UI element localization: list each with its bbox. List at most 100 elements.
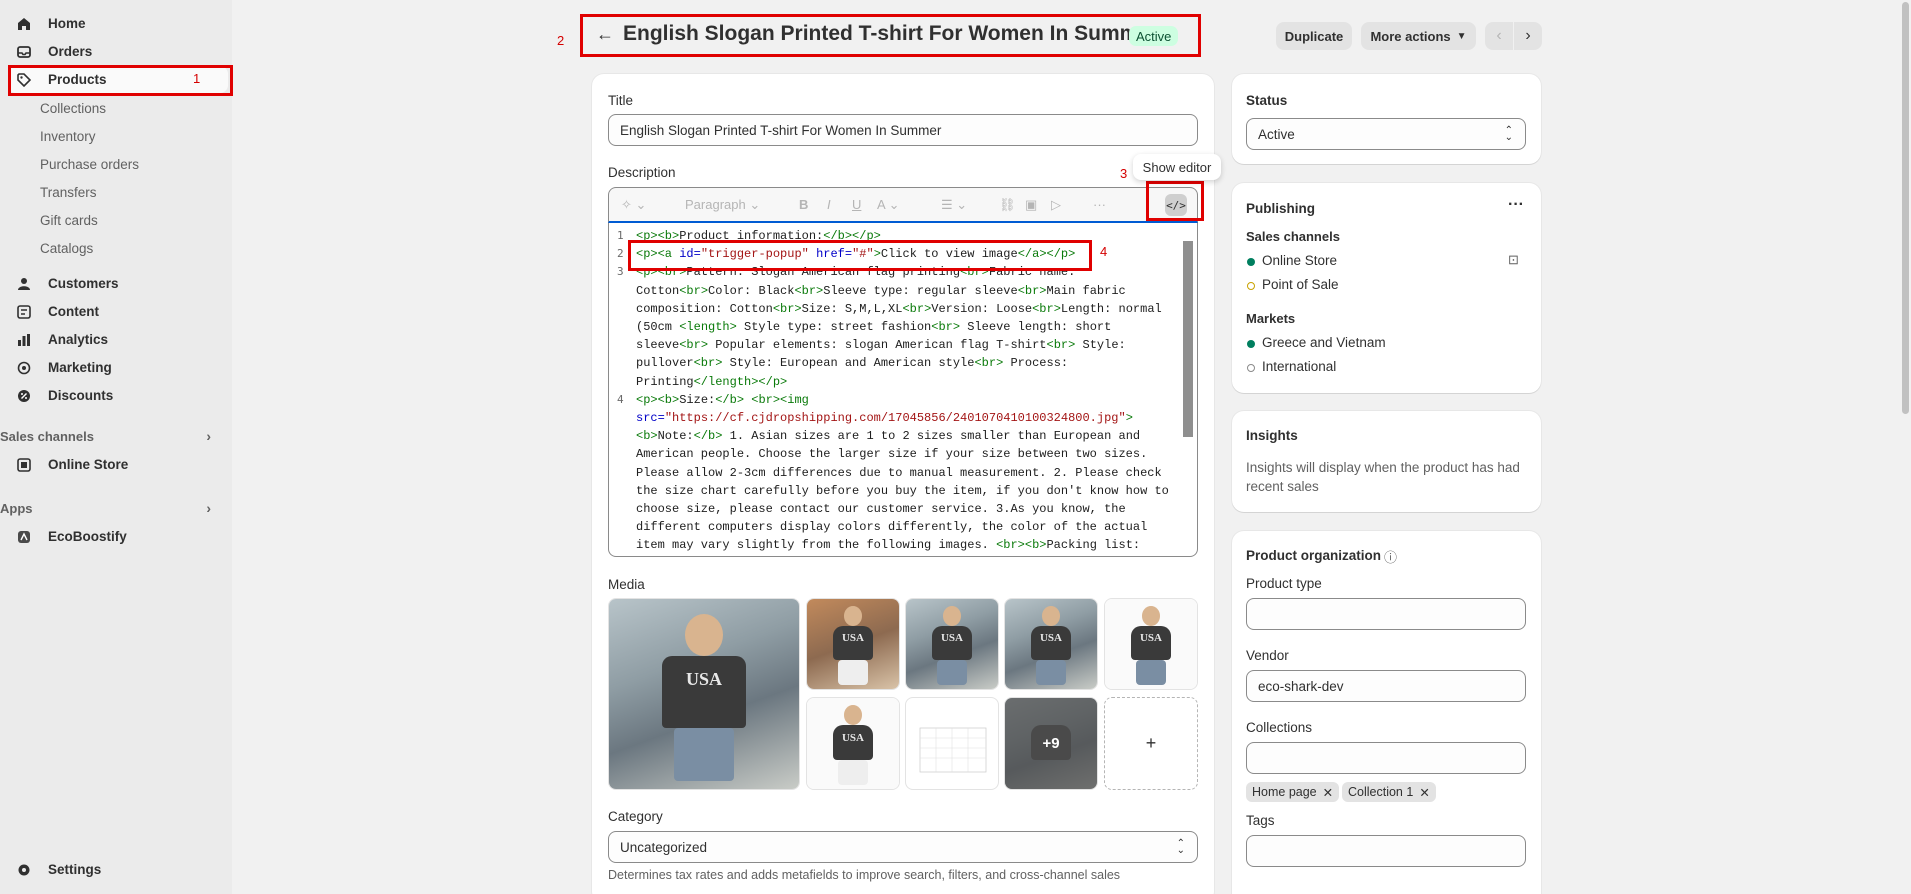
media-thumbnail[interactable]: USA — [806, 697, 900, 790]
select-arrows-icon: ⌃ ⌄ — [1176, 838, 1185, 856]
inbox-icon — [16, 44, 32, 60]
collection-chip-collection-1: Collection 1 ✕ — [1342, 782, 1436, 802]
sidebar-item-customers[interactable]: Customers — [8, 270, 228, 297]
sidebar-item-label: Online Store — [48, 457, 129, 472]
media-thumbnail[interactable]: USA — [1004, 598, 1098, 690]
page-scrollbar[interactable] — [1899, 0, 1911, 894]
chip-label: Home page — [1252, 785, 1317, 799]
vendor-input[interactable]: eco-shark-dev — [1246, 670, 1526, 702]
duplicate-button[interactable]: Duplicate — [1276, 22, 1352, 50]
sidebar-item-home[interactable]: Home — [8, 10, 228, 37]
description-html-code[interactable]: <p><b>Product information:</b></p> <p><a… — [636, 227, 1171, 555]
underline-icon[interactable]: U — [852, 197, 861, 212]
info-icon[interactable]: ⓘ — [1384, 547, 1397, 566]
editor-toolbar: ✧ ⌄ Paragraph ⌄ B I U A ⌄ ☰ ⌄ ⛓ ▣ ▷ ··· … — [608, 187, 1198, 223]
line-number: 3 — [617, 265, 624, 278]
sidebar-subitem-purchase-orders[interactable]: Purchase orders — [40, 153, 139, 175]
tags-input[interactable] — [1246, 835, 1526, 867]
line-number: 1 — [617, 229, 624, 242]
text-color-icon[interactable]: A ⌄ — [877, 197, 899, 213]
vendor-label: Vendor — [1246, 648, 1289, 663]
ai-sparkle-icon[interactable]: ✧ ⌄ — [621, 197, 646, 213]
sidebar-subitem-transfers[interactable]: Transfers — [40, 181, 97, 203]
published-dot — [1247, 258, 1255, 266]
image-icon[interactable]: ▣ — [1025, 197, 1037, 213]
person-icon — [16, 276, 32, 292]
insights-text: Insights will display when the product h… — [1246, 460, 1520, 494]
content-icon — [16, 304, 32, 320]
product-type-label: Product type — [1246, 576, 1322, 591]
sales-channels-section[interactable]: Sales channels › — [0, 425, 225, 447]
more-actions-label: More actions — [1370, 28, 1451, 44]
media-thumbnail[interactable]: USA — [905, 598, 999, 690]
sidebar-item-label: Customers — [48, 276, 119, 291]
show-editor-tooltip: Show editor — [1133, 154, 1221, 180]
category-select[interactable]: Uncategorized ⌃ ⌄ — [608, 831, 1198, 863]
video-icon[interactable]: ▷ — [1051, 197, 1061, 213]
page-title: English Slogan Printed T-shirt For Women… — [623, 22, 1159, 45]
remove-chip-icon[interactable]: ✕ — [1323, 785, 1333, 800]
more-actions-button[interactable]: More actions ▼ — [1361, 22, 1476, 50]
media-thumbnail[interactable]: USA — [1104, 598, 1198, 690]
paragraph-select[interactable]: Paragraph ⌄ — [685, 197, 760, 213]
more-formatting-icon[interactable]: ··· — [1093, 197, 1106, 212]
product-organization-label: Product organization — [1246, 548, 1381, 563]
media-size-chart-thumbnail[interactable] — [905, 697, 999, 790]
chip-label: Collection 1 — [1348, 785, 1414, 799]
media-more-thumbnail[interactable]: +9 — [1004, 697, 1098, 790]
market-international: International — [1262, 359, 1337, 374]
sidebar-subitem-collections[interactable]: Collections — [40, 97, 106, 119]
sidebar-item-settings[interactable]: Settings — [8, 856, 228, 883]
apps-section[interactable]: Apps › — [0, 497, 225, 519]
insights-label: Insights — [1246, 428, 1298, 443]
collection-chip-home-page: Home page ✕ — [1246, 782, 1340, 802]
sidebar-item-marketing[interactable]: Marketing — [8, 354, 228, 381]
line-number: 4 — [617, 393, 624, 406]
sidebar: Home Orders Products Collections Invento… — [0, 0, 232, 894]
status-select[interactable]: Active ⌃ ⌄ — [1246, 118, 1526, 150]
media-thumbnail[interactable]: USA — [806, 598, 900, 690]
collections-input[interactable] — [1246, 742, 1526, 774]
sidebar-item-ecoboostify[interactable]: EcoBoostify — [8, 523, 228, 550]
paragraph-label: Paragraph — [685, 197, 746, 212]
media-main-image[interactable]: USA — [608, 598, 800, 790]
store-icon — [16, 457, 32, 473]
align-icon[interactable]: ☰ ⌄ — [941, 197, 967, 213]
italic-icon[interactable]: I — [827, 197, 831, 212]
previous-product-button[interactable]: ‹ — [1485, 22, 1513, 50]
remove-chip-icon[interactable]: ✕ — [1419, 785, 1429, 800]
sidebar-subitem-inventory[interactable]: Inventory — [40, 125, 96, 147]
media-more-count: +9 — [1005, 698, 1097, 789]
market-active-dot — [1247, 340, 1255, 348]
editor-scrollbar[interactable] — [1183, 241, 1193, 437]
product-type-input[interactable] — [1246, 598, 1526, 630]
next-product-button[interactable]: › — [1514, 22, 1542, 50]
sidebar-item-label: Marketing — [48, 360, 112, 375]
html-code-editor[interactable]: 1 2 3 4 <p><b>Product information:</b></… — [608, 223, 1198, 557]
annotation-number: 2 — [557, 33, 565, 48]
schedule-icon[interactable]: ⊡ — [1508, 252, 1519, 268]
back-arrow-icon[interactable]: ← — [596, 24, 614, 45]
chevron-down-icon: ▼ — [1456, 30, 1467, 42]
sidebar-item-analytics[interactable]: Analytics — [8, 326, 228, 353]
description-label: Description — [608, 165, 676, 180]
select-arrows-icon: ⌃ ⌄ — [1504, 125, 1513, 143]
sidebar-item-label: EcoBoostify — [48, 529, 127, 544]
sidebar-item-orders[interactable]: Orders — [8, 38, 228, 65]
title-input[interactable]: English Slogan Printed T-shirt For Women… — [608, 114, 1198, 146]
channel-online-store: Online Store — [1262, 253, 1338, 268]
sidebar-item-label: Home — [48, 16, 86, 31]
page-scrollbar-thumb[interactable] — [1902, 2, 1909, 414]
category-help-text: Determines tax rates and adds metafields… — [608, 868, 1121, 882]
chevron-right-icon: › — [206, 428, 211, 444]
sidebar-item-discounts[interactable]: Discounts — [8, 382, 228, 409]
status-value: Active — [1258, 126, 1295, 142]
add-media-button[interactable]: + — [1104, 697, 1198, 790]
link-icon[interactable]: ⛓ — [999, 197, 1016, 213]
bold-icon[interactable]: B — [799, 197, 808, 212]
sidebar-item-content[interactable]: Content — [8, 298, 228, 325]
sidebar-item-online-store[interactable]: Online Store — [8, 451, 228, 478]
more-options-icon[interactable]: ··· — [1508, 196, 1524, 214]
sidebar-subitem-gift-cards[interactable]: Gift cards — [40, 209, 98, 231]
sidebar-subitem-catalogs[interactable]: Catalogs — [40, 237, 93, 259]
